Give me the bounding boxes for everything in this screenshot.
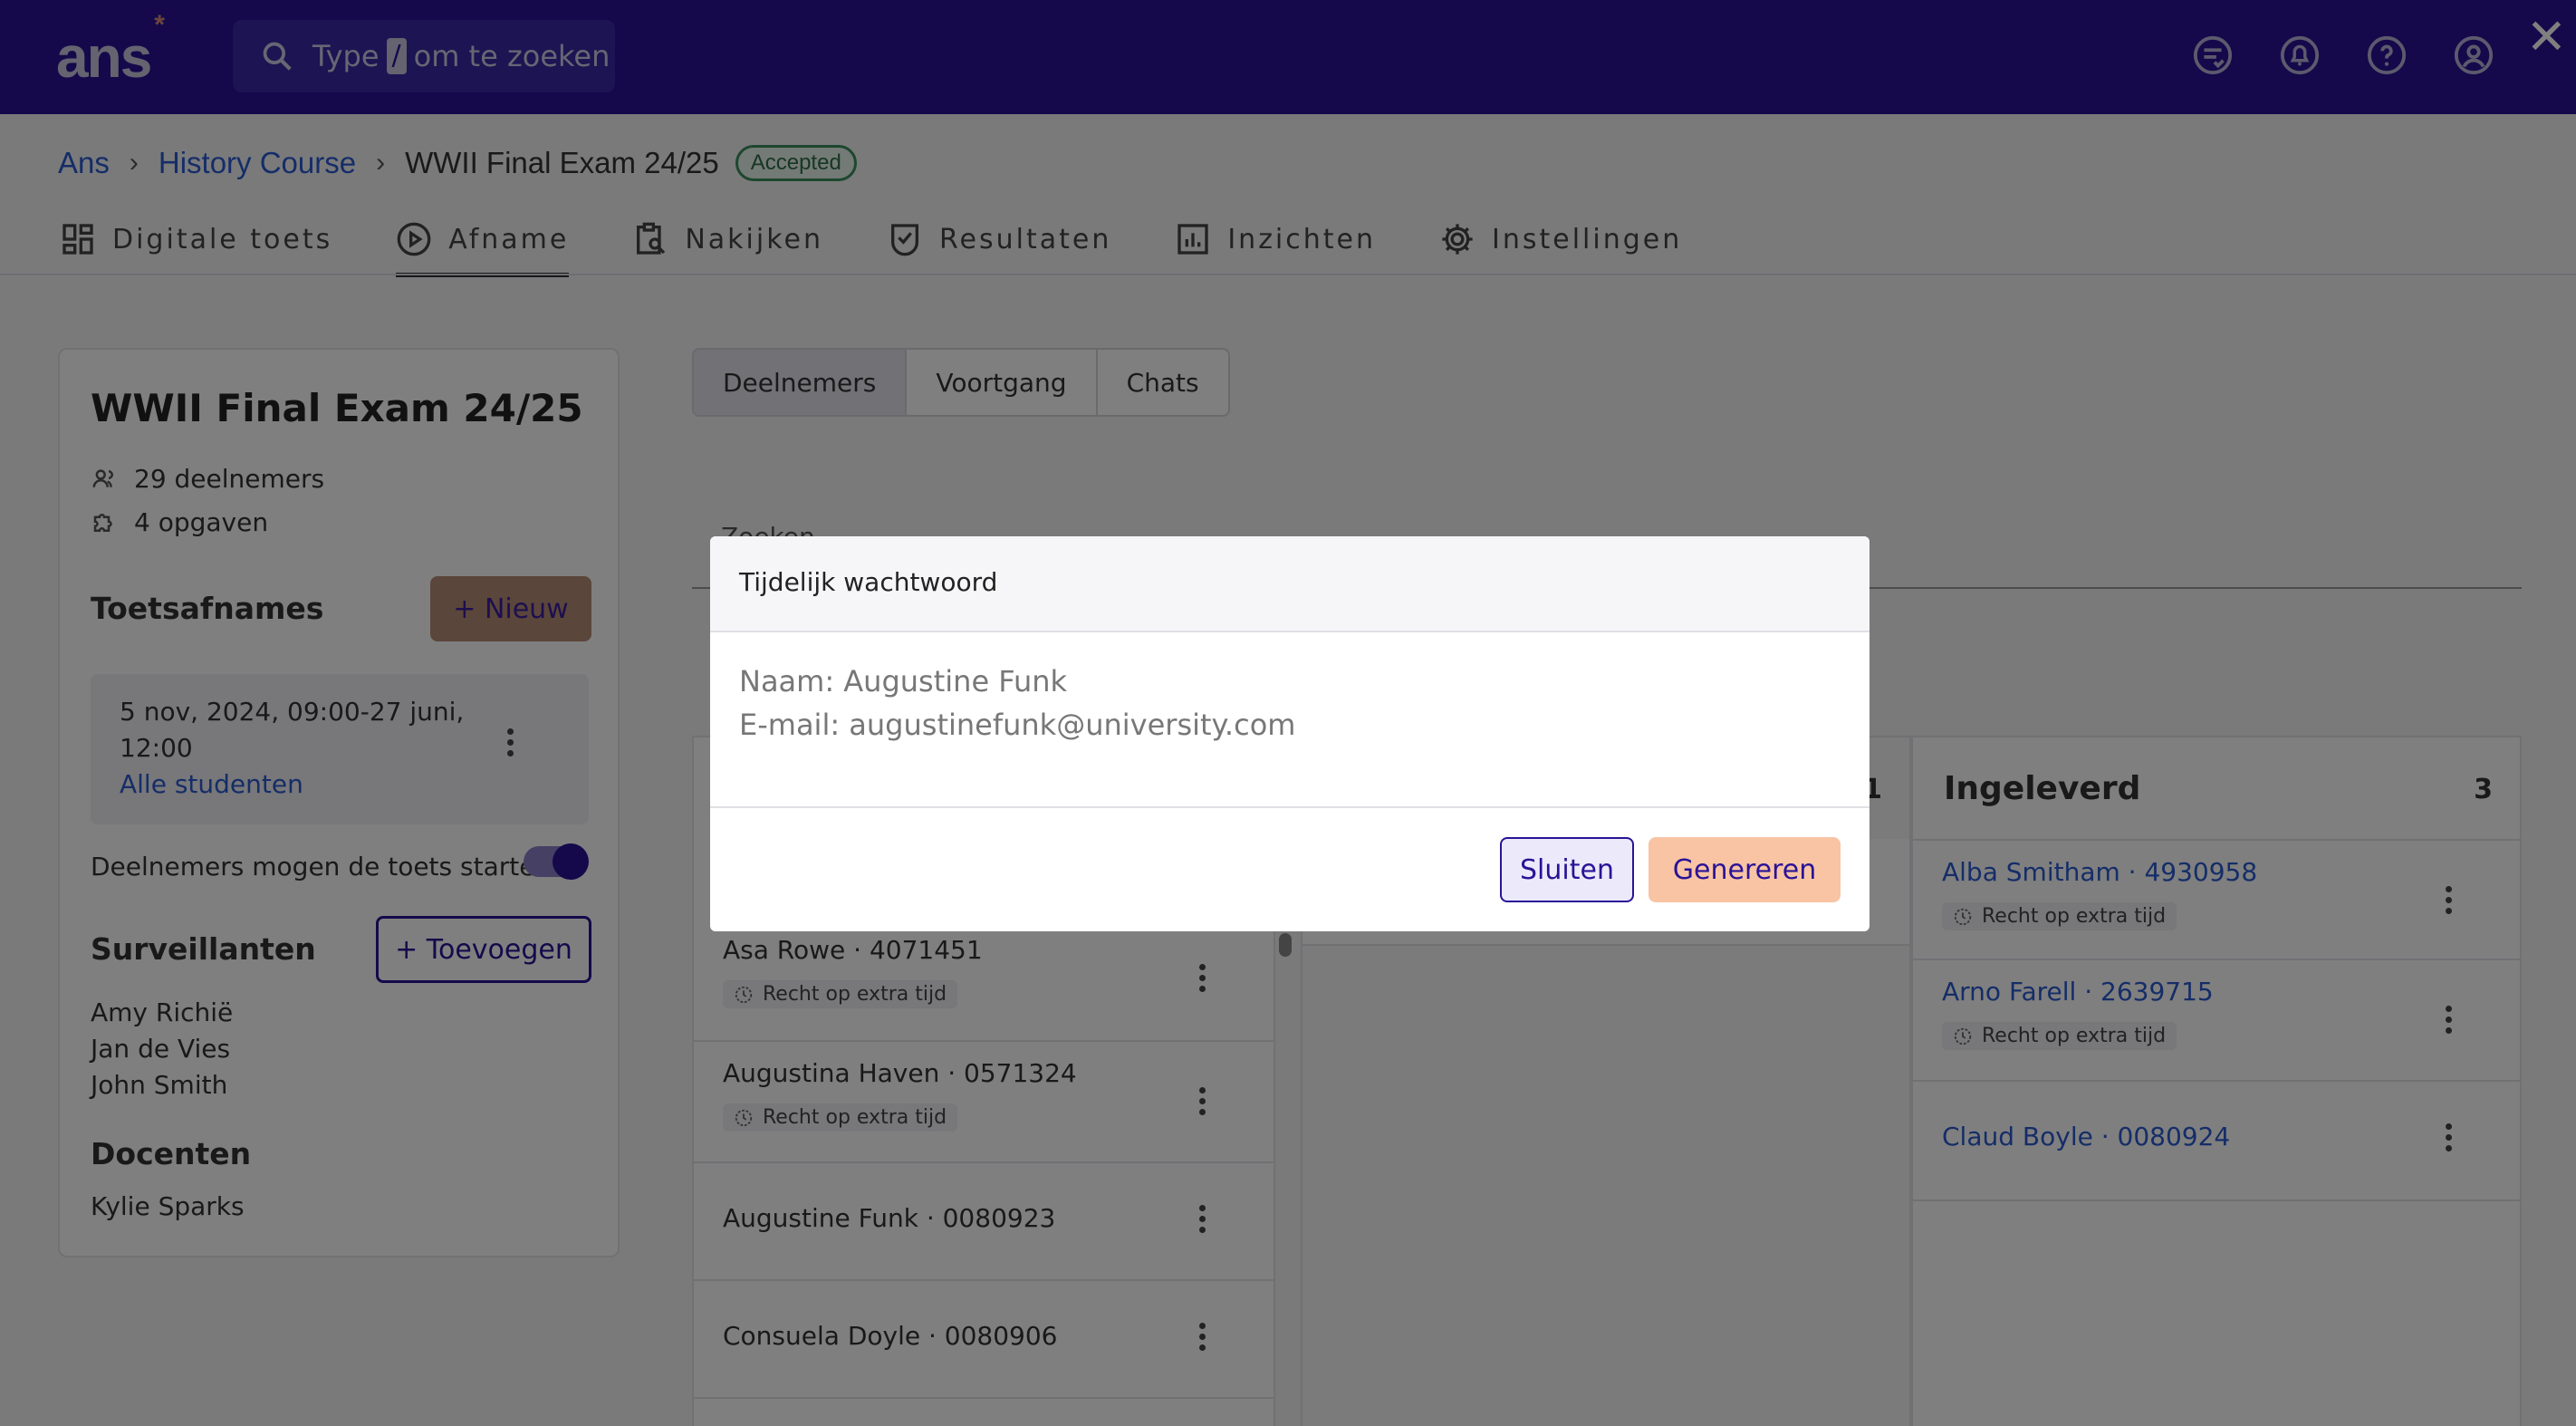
student-email-line: E-mail: augustinefunk@university.com (739, 708, 1296, 742)
student-name-line: Naam: Augustine Funk (739, 664, 1068, 699)
temporary-password-dialog: Tijdelijk wachtwoord Naam: Augustine Fun… (710, 536, 1870, 931)
generate-button[interactable]: Genereren (1648, 837, 1841, 902)
close-button[interactable]: Sluiten (1500, 837, 1634, 902)
dialog-header: Tijdelijk wachtwoord (710, 536, 1870, 632)
dialog-title: Tijdelijk wachtwoord (739, 567, 998, 597)
dialog-divider (710, 806, 1870, 808)
dialog-body: Naam: Augustine Funk E-mail: augustinefu… (739, 660, 1295, 747)
